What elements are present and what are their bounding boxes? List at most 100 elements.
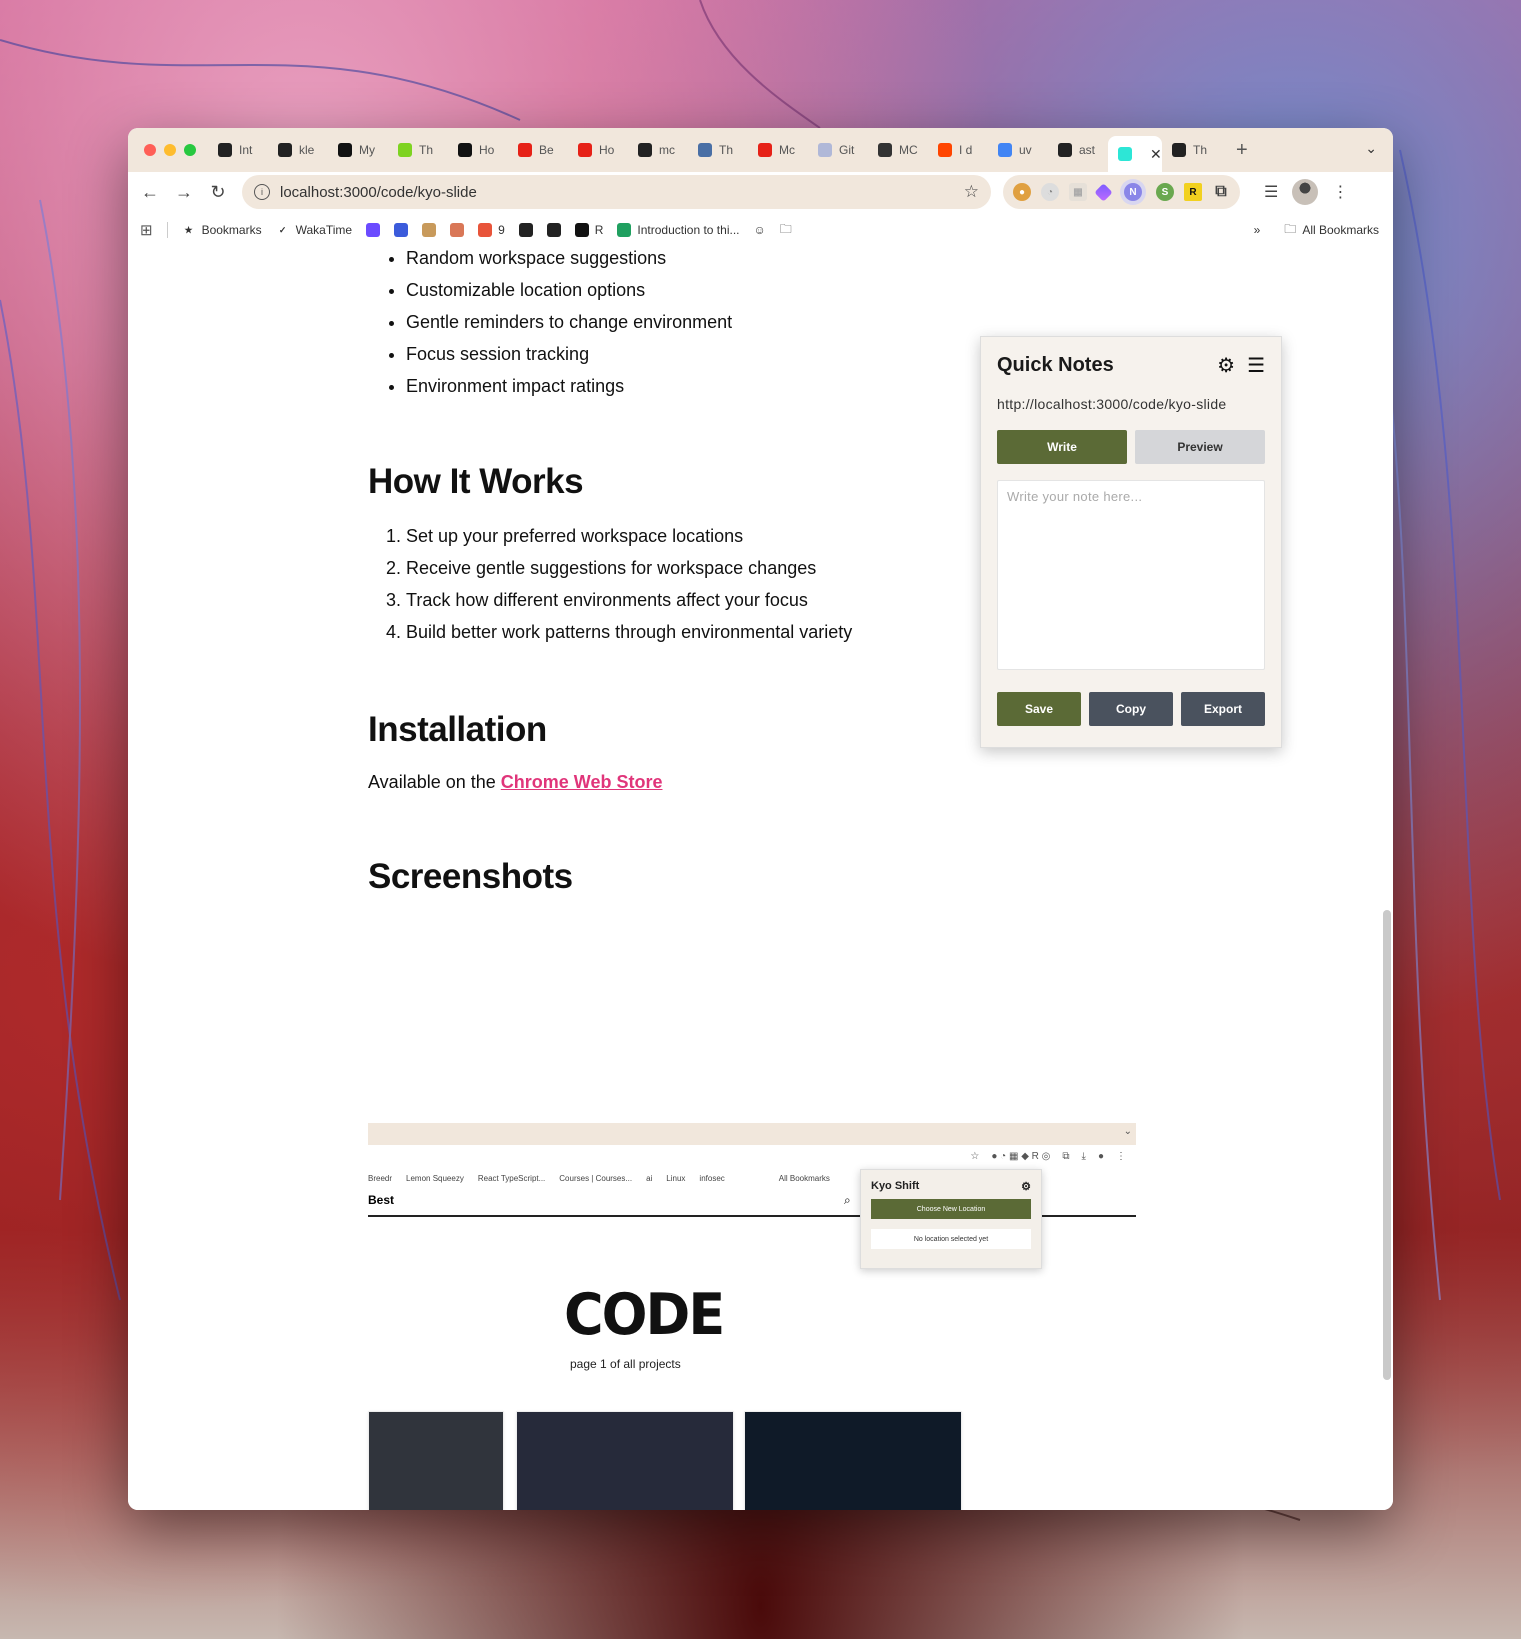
bookmark-overflow-mascot-icon[interactable]: ☺ — [753, 223, 765, 237]
tab-search-chevron-icon[interactable]: ⌄ — [1365, 140, 1377, 157]
s-extension-icon[interactable]: S — [1156, 183, 1174, 201]
media-controls-icon[interactable]: ☰ — [1264, 182, 1278, 202]
grid-extension-icon[interactable]: ▦ — [1069, 183, 1087, 201]
tab-label: Mc — [779, 143, 795, 157]
tab-12[interactable]: I d — [928, 135, 988, 165]
bookmark-folder-icon[interactable]: 🗀 — [780, 220, 792, 241]
project-card: Telecharger :: youtube-dl TUIcligotool — [516, 1411, 734, 1510]
shot-bookmark-item: Courses | Courses... — [559, 1173, 633, 1183]
address-url[interactable]: localhost:3000/code/kyo-slide — [280, 184, 954, 201]
bookmark-item-6[interactable]: 9 — [478, 223, 505, 237]
copy-button[interactable]: Copy — [1089, 692, 1173, 726]
bookmark-item-9[interactable]: R — [574, 223, 603, 237]
shot-extensions-icon: ● ◔ ▦ ◆ R ◎ — [991, 1150, 1051, 1162]
tab-label: MC — [899, 143, 918, 157]
quick-notes-popup: Quick Notes ⚙ ☰ http://localhost:3000/co… — [980, 336, 1282, 748]
notes-extension-button[interactable]: N — [1120, 179, 1146, 205]
obsidian-extension-icon[interactable] — [1094, 182, 1113, 202]
bookmark-item-3[interactable] — [394, 223, 409, 237]
menu-kebab-icon[interactable]: ⋮ — [1332, 182, 1348, 202]
shot-star-icon: ☆ — [970, 1150, 980, 1162]
bookmark-item-2[interactable] — [366, 223, 381, 237]
profile-avatar[interactable] — [1292, 179, 1319, 205]
tab-1[interactable]: kle — [268, 135, 328, 165]
new-tab-button[interactable]: + — [1236, 139, 1248, 162]
a-icon — [518, 223, 533, 237]
save-button[interactable]: Save — [997, 692, 1081, 726]
close-tab-icon[interactable]: ✕ — [1150, 146, 1162, 163]
notes-list-icon[interactable]: ☰ — [1247, 353, 1265, 378]
shot-gear-icon: ⚙ — [1021, 1181, 1031, 1193]
tab-10[interactable]: Git — [808, 135, 868, 165]
r-extension-icon[interactable]: R — [1184, 183, 1202, 201]
tab-7[interactable]: mc — [628, 135, 688, 165]
note-textarea[interactable]: Write your note here... — [997, 480, 1265, 670]
tab-3[interactable]: Th — [388, 135, 448, 165]
export-button[interactable]: Export — [1181, 692, 1265, 726]
bookmark-star-icon[interactable]: ☆ — [964, 182, 979, 202]
keyboard-icon — [818, 143, 832, 157]
tab-label: Th — [419, 143, 434, 157]
bookmark-item-8[interactable] — [546, 223, 561, 237]
bookmark-label: Introduction to thi... — [637, 223, 740, 237]
tab-11[interactable]: MC — [868, 135, 928, 165]
wakatime-icon: ✓ — [278, 224, 287, 235]
all-bookmarks-folder[interactable]: 🗀 All Bookmarks — [1284, 220, 1379, 241]
chrome-web-store-link[interactable]: Chrome Web Store — [501, 772, 663, 792]
forward-button[interactable]: → — [170, 178, 198, 206]
puzzle-extensions-icon[interactable]: ⧉ — [1212, 183, 1230, 201]
bookmark-item-7[interactable] — [518, 223, 533, 237]
tab-4[interactable]: Ho — [448, 135, 508, 165]
tab-8[interactable]: Th — [688, 135, 748, 165]
minimize-window-button[interactable] — [164, 144, 176, 156]
tab-9[interactable]: Mc — [748, 135, 808, 165]
embedded-screenshot: ⌄ ☆ ● ◔ ▦ ◆ R ◎ ⧉ ⤓ ● ⋮ Breedr Lemon Sque… — [368, 1123, 1136, 1510]
bookmark-item-5[interactable] — [450, 223, 465, 237]
tab-label: uv — [1019, 143, 1032, 157]
tab-0[interactable]: Int — [208, 135, 268, 165]
apps-grid-icon[interactable]: ⊞ — [140, 221, 153, 239]
youtube-icon — [578, 143, 592, 157]
timer-extension-icon[interactable]: ◔ — [1041, 183, 1059, 201]
project-thumbnail — [745, 1412, 961, 1510]
tab-strip: Int kle My Th Ho Be Ho mc Th Mc Git MC I d uv ast ✕ Th +… — [128, 128, 1393, 172]
settings-gear-icon[interactable]: ⚙ — [1217, 353, 1235, 378]
bookmark-item-10[interactable]: Introduction to thi... — [617, 223, 739, 237]
address-bar[interactable]: i localhost:3000/code/kyo-slide ☆ — [242, 175, 991, 209]
tab-label: I d — [959, 143, 973, 157]
shot-bookmark-item: ai — [646, 1173, 653, 1183]
shot-bookmark-item: Lemon Squeezy — [406, 1173, 464, 1183]
tab-5[interactable]: Be — [508, 135, 568, 165]
github-icon — [638, 143, 652, 157]
page-scrollbar[interactable] — [1383, 910, 1391, 1380]
install-text: Available on the — [368, 772, 501, 792]
tab-13[interactable]: uv — [988, 135, 1048, 165]
shot-bookmark-item: All Bookmarks — [778, 1173, 830, 1183]
cookie-extension-icon[interactable]: ● — [1013, 183, 1031, 201]
star-icon: ★ — [184, 224, 193, 235]
bookmarks-overflow-icon[interactable]: » — [1254, 223, 1261, 237]
location-status: No location selected yet — [871, 1229, 1031, 1249]
tab-14[interactable]: ast — [1048, 135, 1108, 165]
tab-16[interactable]: Th — [1162, 135, 1222, 165]
square-icon — [1118, 147, 1132, 161]
close-window-button[interactable] — [144, 144, 156, 156]
tab-list: Int kle My Th Ho Be Ho mc Th Mc Git MC I d uv ast ✕ Th — [208, 128, 1222, 172]
bookmark-item-1[interactable]: ✓ WakaTime — [276, 223, 352, 237]
reload-button[interactable]: ↻ — [204, 178, 232, 206]
toolbar: ← → ↻ i localhost:3000/code/kyo-slide ☆ … — [128, 172, 1393, 212]
tab-2[interactable]: My — [328, 135, 388, 165]
bookmark-item-4[interactable] — [422, 223, 437, 237]
shot-nav-text: Best — [368, 1193, 395, 1207]
tab-6[interactable]: Ho — [568, 135, 628, 165]
bookmark-item-0[interactable]: ★ Bookmarks — [182, 223, 262, 237]
back-button[interactable]: ← — [136, 178, 164, 206]
cube-icon — [878, 143, 892, 157]
zoom-window-button[interactable] — [184, 144, 196, 156]
tab-15[interactable]: ✕ — [1108, 136, 1162, 172]
site-info-icon[interactable]: i — [254, 184, 270, 200]
write-tab[interactable]: Write — [997, 430, 1127, 464]
preview-tab[interactable]: Preview — [1135, 430, 1265, 464]
kyo-shift-title: Kyo Shift — [871, 1180, 920, 1192]
image-icon — [698, 143, 712, 157]
